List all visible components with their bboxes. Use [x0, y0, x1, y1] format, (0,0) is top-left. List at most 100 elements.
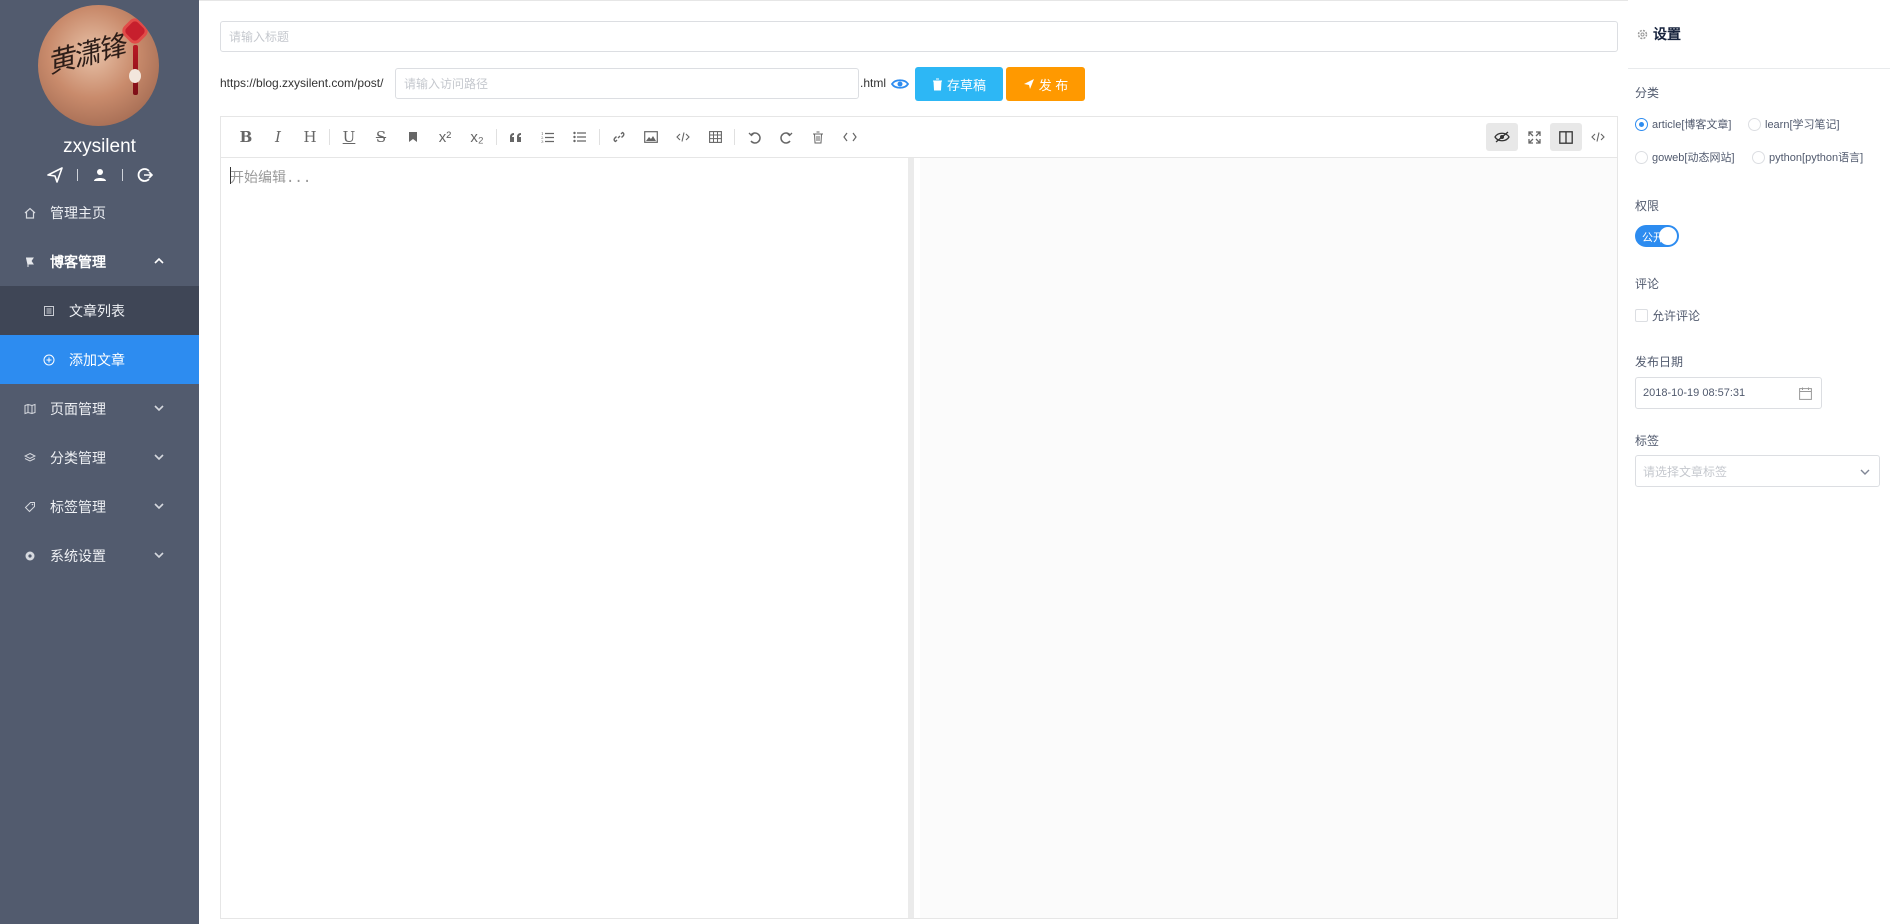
sidebar-item-categories[interactable]: 分类管理 [0, 433, 199, 482]
subscript-icon[interactable]: x₂ [461, 123, 493, 151]
underline-icon[interactable]: U [333, 123, 365, 151]
editor-input-pane[interactable]: 开始编辑... [221, 158, 914, 918]
heading-icon[interactable]: H [294, 123, 326, 151]
plus-circle-icon [42, 353, 56, 367]
undo-icon[interactable] [738, 123, 770, 151]
tags-placeholder: 请选择文章标签 [1643, 464, 1728, 479]
sidebar-nav: 管理主页 博客管理 文章列表 添加文章 页面管理 分类管理 标签管理 系统设置 [0, 188, 199, 580]
title-input[interactable] [220, 21, 1618, 52]
tag-icon [23, 500, 37, 514]
user-actions [45, 165, 155, 185]
path-input[interactable] [395, 68, 859, 99]
divider [496, 129, 497, 145]
sidebar-item-label: 博客管理 [50, 253, 106, 270]
radio-dot [1635, 117, 1648, 131]
map-icon [23, 402, 37, 416]
superscript-icon[interactable]: x² [429, 123, 461, 151]
send-icon [1023, 79, 1034, 89]
sidebar-item-label: 标签管理 [50, 498, 106, 515]
html-code-icon[interactable] [834, 123, 866, 151]
list-icon [42, 304, 56, 318]
link-icon[interactable] [603, 123, 635, 151]
permission-switch[interactable]: 公开 [1635, 225, 1679, 247]
save-draft-button[interactable]: 存草稿 [915, 67, 1003, 101]
radio-label: learn[学习笔记] [1765, 119, 1840, 131]
bold-icon[interactable]: B [230, 123, 262, 151]
chinese-knot-icon [123, 19, 147, 43]
ordered-list-icon[interactable]: 123 [532, 123, 564, 151]
avatar[interactable]: 黄潇锋 [38, 5, 159, 126]
sidebar-item-article-list[interactable]: 文章列表 [0, 286, 199, 335]
sidebar-item-add-article[interactable]: 添加文章 [0, 335, 199, 384]
logout-icon[interactable] [135, 165, 155, 185]
html-view-icon[interactable] [1582, 123, 1614, 151]
radio-dot [1752, 150, 1765, 164]
calendar-icon [1799, 387, 1812, 400]
sidebar-item-home[interactable]: 管理主页 [0, 188, 199, 237]
comment-label: 评论 [1635, 277, 1660, 291]
editor-toolbar-right [1486, 123, 1614, 151]
publish-button[interactable]: 发 布 [1006, 67, 1085, 101]
sidebar-item-tags[interactable]: 标签管理 [0, 482, 199, 531]
chevron-down-icon [154, 503, 164, 510]
chevron-down-icon [1860, 469, 1870, 475]
trash-icon[interactable] [802, 123, 834, 151]
svg-text:3: 3 [541, 139, 544, 143]
checkbox-box [1635, 309, 1648, 322]
image-icon[interactable] [635, 123, 667, 151]
sidebar-item-label: 添加文章 [69, 351, 125, 368]
divider [122, 169, 123, 181]
sidebar-item-pages[interactable]: 页面管理 [0, 384, 199, 433]
category-radio-goweb[interactable]: goweb[动态网站] [1635, 149, 1735, 165]
url-prefix: https://blog.zxysilent.com/post/ [220, 76, 384, 90]
user-icon[interactable] [90, 165, 110, 185]
category-label: 分类 [1635, 86, 1660, 100]
split-view-icon[interactable] [1550, 123, 1582, 151]
sidebar-item-label: 文章列表 [69, 302, 125, 319]
publish-date-label: 发布日期 [1635, 355, 1684, 369]
strikethrough-icon[interactable]: S [365, 123, 397, 151]
save-draft-label: 存草稿 [946, 77, 986, 93]
sidebar-item-blog[interactable]: 博客管理 [0, 237, 199, 286]
unordered-list-icon[interactable] [564, 123, 596, 151]
quote-icon[interactable] [500, 123, 532, 151]
italic-icon[interactable]: I [262, 123, 294, 151]
bookmark-icon[interactable] [397, 123, 429, 151]
category-radio-learn[interactable]: learn[学习笔记] [1748, 116, 1840, 132]
radio-dot [1635, 150, 1648, 164]
layers-icon [23, 451, 37, 465]
permission-label: 权限 [1635, 199, 1660, 213]
chevron-down-icon [154, 405, 164, 412]
radio-label: python[python语言] [1769, 152, 1864, 164]
preview-toggle-icon[interactable] [1486, 123, 1518, 151]
main-content: https://blog.zxysilent.com/post/ .html 存… [199, 0, 1628, 924]
url-suffix: .html [860, 76, 887, 90]
sidebar-item-label: 管理主页 [50, 204, 106, 221]
chevron-down-icon [154, 454, 164, 461]
editor-toolbar: B I H U S x² x₂ 123 [221, 117, 1617, 158]
code-icon[interactable] [667, 123, 699, 151]
gear-icon [23, 549, 37, 563]
eye-icon[interactable] [891, 77, 909, 91]
table-icon[interactable] [699, 123, 731, 151]
redo-icon[interactable] [770, 123, 802, 151]
publish-date-picker[interactable]: 2018-10-19 08:57:31 [1635, 377, 1822, 409]
gear-icon [1637, 29, 1648, 40]
fullscreen-icon[interactable] [1518, 123, 1550, 151]
switch-knob [1659, 227, 1677, 245]
allow-comment-checkbox[interactable]: 允许评论 [1635, 307, 1700, 324]
text-caret [230, 167, 231, 184]
category-radio-python[interactable]: python[python语言] [1752, 149, 1863, 165]
tags-select[interactable]: 请选择文章标签 [1635, 455, 1880, 487]
radio-label: article[博客文章] [1652, 119, 1732, 131]
category-radio-article[interactable]: article[博客文章] [1635, 116, 1731, 132]
radio-dot [1748, 117, 1761, 131]
divider [734, 129, 735, 145]
sidebar-item-system-settings[interactable]: 系统设置 [0, 531, 199, 580]
divider [77, 169, 78, 181]
editor-preview-pane [920, 158, 1617, 918]
send-icon[interactable] [45, 165, 65, 185]
editor-placeholder: 开始编辑... [230, 170, 312, 186]
settings-title: 设置 [1653, 26, 1681, 42]
divider [599, 129, 600, 145]
